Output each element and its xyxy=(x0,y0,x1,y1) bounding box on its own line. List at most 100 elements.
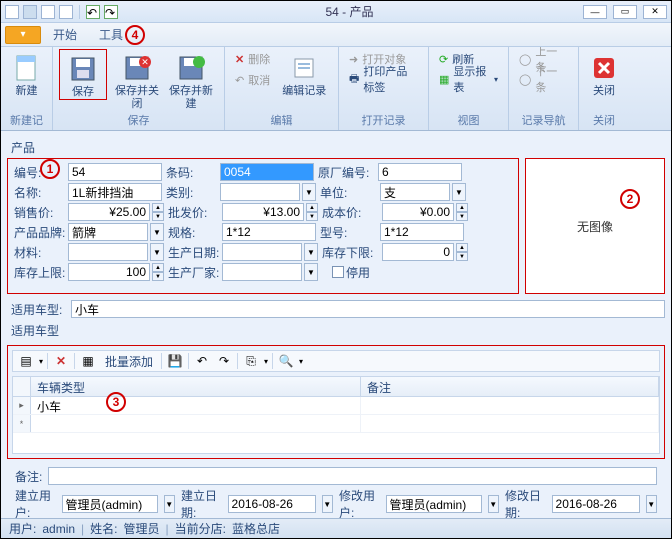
tool-save[interactable]: 💾 xyxy=(166,352,184,370)
material-dropdown[interactable]: ▼ xyxy=(150,243,164,261)
annotation-2: 2 xyxy=(620,189,640,209)
label-modify-user: 修改用户: xyxy=(339,487,380,520)
close-window-button[interactable]: ✕ xyxy=(643,5,667,19)
input-manufacturer[interactable] xyxy=(222,263,302,281)
group-nav-label: 记录导航 xyxy=(515,112,572,128)
cell-remark[interactable] xyxy=(361,397,659,414)
modify-user-dd[interactable]: ▼ xyxy=(488,495,499,513)
input-sale-price[interactable] xyxy=(68,203,150,221)
qat-redo-icon[interactable]: ↷ xyxy=(104,5,118,19)
menu-tools[interactable]: 工具 xyxy=(89,23,133,47)
wholesale-spin[interactable]: ▲▼ xyxy=(306,203,318,221)
tool-batch-icon[interactable]: ▦ xyxy=(79,352,97,370)
input-prod-date[interactable] xyxy=(222,243,302,261)
input-wholesale[interactable] xyxy=(222,203,304,221)
new-button[interactable]: 新建 xyxy=(7,49,46,98)
input-material[interactable] xyxy=(68,243,148,261)
image-area[interactable]: 2 无图像 xyxy=(525,158,665,294)
save-icon xyxy=(68,54,98,84)
category-dropdown[interactable]: ▼ xyxy=(302,183,316,201)
qat-icon[interactable] xyxy=(41,5,55,19)
print-label-button[interactable]: 🖶打印产品标签 xyxy=(345,69,422,89)
save-new-button[interactable]: 保存并新建 xyxy=(167,49,215,111)
col-remark[interactable]: 备注 xyxy=(361,377,659,396)
modify-date-dd[interactable]: ▼ xyxy=(646,495,657,513)
menu-bar: ▾ 开始 工具 4 xyxy=(1,23,671,47)
input-name[interactable] xyxy=(68,183,162,201)
input-category[interactable] xyxy=(220,183,300,201)
report-icon: ▦ xyxy=(439,73,449,86)
footer: 备注: 建立用户: ▼ 建立日期: ▼ 修改用户: ▼ 修改日期: ▼ xyxy=(7,463,665,520)
input-create-user[interactable] xyxy=(62,495,158,513)
tool-batch-add[interactable]: 批量添加 xyxy=(101,353,157,370)
disabled-checkbox[interactable] xyxy=(332,266,344,278)
label-create-user: 建立用户: xyxy=(15,487,56,520)
stock-upper-spin[interactable]: ▲▼ xyxy=(152,263,164,281)
input-factory-no[interactable] xyxy=(378,163,462,181)
next-button[interactable]: ◯下一条 xyxy=(515,69,572,89)
stock-lower-spin[interactable]: ▲▼ xyxy=(456,243,468,261)
tool-undo[interactable]: ↶ xyxy=(193,352,211,370)
create-user-dd[interactable]: ▼ xyxy=(164,495,175,513)
label-category: 类别: xyxy=(166,184,218,201)
label-barcode: 条码: xyxy=(166,164,218,181)
qat-icon-2[interactable] xyxy=(59,5,73,19)
input-cost[interactable] xyxy=(382,203,454,221)
input-modify-user[interactable] xyxy=(386,495,482,513)
col-vehicle[interactable]: 车辆类型 xyxy=(31,377,361,396)
input-id[interactable] xyxy=(68,163,162,181)
prod-date-dropdown[interactable]: ▼ xyxy=(304,243,318,261)
manufacturer-dropdown[interactable]: ▼ xyxy=(304,263,318,281)
app-icon xyxy=(5,5,19,19)
save-button[interactable]: 保存 xyxy=(59,49,107,100)
input-model[interactable] xyxy=(380,223,464,241)
close-icon xyxy=(589,53,619,83)
menu-start[interactable]: 开始 xyxy=(43,23,87,47)
input-stock-lower[interactable] xyxy=(382,243,454,261)
close-button[interactable]: 关闭 xyxy=(585,49,623,98)
titlebar: ↶ ↷ 54 - 产品 — ▭ ✕ xyxy=(1,1,671,23)
cell-vehicle[interactable]: 小车 xyxy=(31,397,361,414)
input-remark[interactable] xyxy=(48,467,657,485)
menu-main-button[interactable]: ▾ xyxy=(5,26,41,44)
group-save-label: 保存 xyxy=(59,112,218,128)
input-brand[interactable] xyxy=(68,223,148,241)
minimize-button[interactable]: — xyxy=(583,5,607,19)
tool-new[interactable]: ▤ xyxy=(17,352,35,370)
group-view-label: 视图 xyxy=(435,112,502,128)
delete-button[interactable]: ✕删除 xyxy=(231,49,274,69)
save-close-icon: ✕ xyxy=(122,53,152,83)
tool-copy[interactable]: ⎘ xyxy=(242,352,260,370)
show-report-button[interactable]: ▦显示报表▾ xyxy=(435,69,502,89)
tool-delete[interactable]: ✕ xyxy=(52,352,70,370)
qat-save-icon[interactable] xyxy=(23,5,37,19)
input-modify-date[interactable] xyxy=(552,495,640,513)
label-remark: 备注: xyxy=(15,468,42,485)
maximize-button[interactable]: ▭ xyxy=(613,5,637,19)
input-create-date[interactable] xyxy=(228,495,316,513)
input-barcode[interactable] xyxy=(220,163,314,181)
tool-search[interactable]: 🔍 xyxy=(277,352,295,370)
input-vehicle-type[interactable] xyxy=(71,300,665,318)
brand-dropdown[interactable]: ▼ xyxy=(150,223,164,241)
input-unit[interactable] xyxy=(380,183,450,201)
edit-record-button[interactable]: 编辑记录 xyxy=(280,49,328,98)
tool-redo[interactable]: ↷ xyxy=(215,352,233,370)
create-date-dd[interactable]: ▼ xyxy=(322,495,333,513)
product-form: 1 编号: 条码: 原厂编号: 名称: 类别:▼ 单位:▼ 销售价:▲▼ 批发价… xyxy=(7,158,519,294)
unit-dropdown[interactable]: ▼ xyxy=(452,183,466,201)
save-close-button[interactable]: ✕ 保存并关闭 xyxy=(113,49,161,111)
qat-undo-icon[interactable]: ↶ xyxy=(86,5,100,19)
table-row-new[interactable]: * xyxy=(13,415,659,433)
cost-spin[interactable]: ▲▼ xyxy=(456,203,468,221)
label-material: 材料: xyxy=(14,244,66,261)
input-stock-upper[interactable] xyxy=(68,263,150,281)
vehicle-grid[interactable]: 车辆类型 备注 ▸ 小车 * xyxy=(12,376,660,454)
input-spec[interactable] xyxy=(222,223,316,241)
label-create-date: 建立日期: xyxy=(181,487,222,520)
cancel-button[interactable]: ↶取消 xyxy=(231,70,274,90)
sale-price-spin[interactable]: ▲▼ xyxy=(152,203,164,221)
table-row[interactable]: ▸ 小车 xyxy=(13,397,659,415)
undo-icon: ↶ xyxy=(235,74,244,87)
label-spec: 规格: xyxy=(168,224,220,241)
